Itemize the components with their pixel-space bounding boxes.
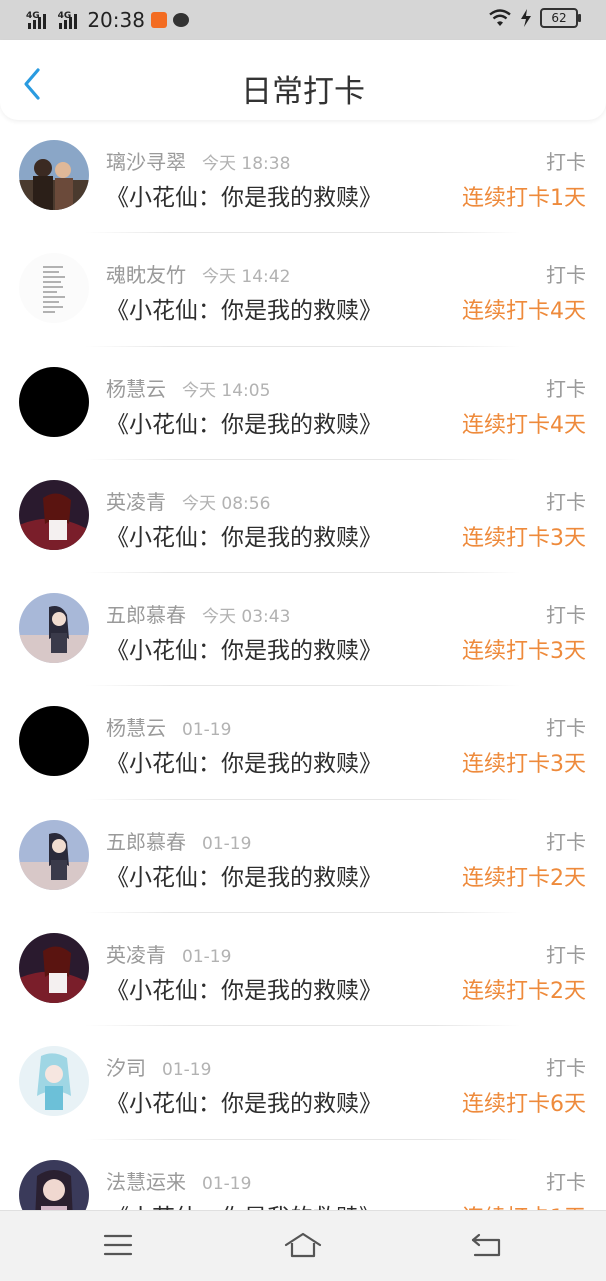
checkin-time: 今天 14:05 xyxy=(182,380,271,401)
user-name-text: 魂眈友竹 xyxy=(106,263,186,288)
streak-count: 连续打卡2天 xyxy=(462,979,586,1005)
checkin-label: 打卡 xyxy=(546,603,586,628)
back-nav-icon[interactable] xyxy=(467,1229,507,1261)
book-title: 《小花仙：你是我的救赎》 xyxy=(106,411,382,438)
checkin-row[interactable]: 五郎慕春 01-19 《小花仙：你是我的救赎》 打卡 连续打卡2天 xyxy=(0,800,606,914)
signal-icon: 4G xyxy=(26,11,46,29)
streak-count: 连续打卡6天 xyxy=(462,1092,586,1118)
system-nav-bar xyxy=(0,1210,606,1281)
anime-blue-avatar[interactable] xyxy=(19,1046,89,1117)
book-title: 《小花仙：你是我的救赎》 xyxy=(106,638,382,665)
user-name: 英凌青 01-19 xyxy=(106,939,231,968)
streak-count: 连续打卡3天 xyxy=(462,525,586,551)
book-title: 《小花仙：你是我的救赎》 xyxy=(106,864,382,891)
user-name: 英凌青 今天 08:56 xyxy=(106,486,270,515)
checkin-row[interactable]: 英凌青 今天 08:56 《小花仙：你是我的救赎》 打卡 连续打卡3天 xyxy=(0,460,606,574)
checkin-label: 打卡 xyxy=(546,1056,586,1081)
user-name-text: 五郎慕春 xyxy=(106,603,186,628)
status-time: 20:38 xyxy=(87,8,145,32)
network-type-1: 4G xyxy=(26,11,40,21)
streak-count: 连续打卡4天 xyxy=(462,299,586,325)
user-name-text: 汐司 xyxy=(106,1056,146,1081)
app-notification-icon xyxy=(150,12,167,28)
home-icon[interactable] xyxy=(283,1229,323,1261)
black-avatar[interactable] xyxy=(19,706,89,777)
user-name: 法慧运来 01-19 xyxy=(106,1166,251,1195)
streak-count: 连续打卡3天 xyxy=(462,752,586,778)
checkin-time: 今天 03:43 xyxy=(202,607,291,628)
black-avatar[interactable] xyxy=(19,366,89,437)
signal-icon-2: 4G xyxy=(58,11,78,29)
user-name-text: 璃沙寻翠 xyxy=(106,150,186,174)
streak-count: 连续打卡3天 xyxy=(462,639,586,665)
streak-count: 连续打卡1天 xyxy=(462,186,586,211)
checkin-time: 01-19 xyxy=(182,720,232,741)
user-name: 五郎慕春 01-19 xyxy=(106,826,251,855)
checkin-label: 打卡 xyxy=(546,376,586,401)
checkin-label: 打卡 xyxy=(546,829,586,854)
checkin-label: 打卡 xyxy=(546,263,586,288)
book-title: 《小花仙：你是我的救赎》 xyxy=(106,524,382,551)
checkin-time: 01-19 xyxy=(162,1060,212,1081)
charging-icon xyxy=(521,9,531,27)
checkin-label: 打卡 xyxy=(546,1169,586,1194)
network-type-2: 4G xyxy=(57,11,72,21)
book-title: 《小花仙：你是我的救赎》 xyxy=(106,185,382,211)
checkin-label: 打卡 xyxy=(546,943,586,968)
user-name: 杨慧云 01-19 xyxy=(106,712,231,741)
checkin-time: 今天 08:56 xyxy=(182,493,271,514)
checkin-label: 打卡 xyxy=(546,716,586,741)
user-name-text: 英凌青 xyxy=(106,489,166,514)
checkin-time: 今天 18:38 xyxy=(202,154,291,174)
photo-avatar[interactable] xyxy=(19,140,89,210)
checkin-time: 今天 14:42 xyxy=(202,267,291,288)
streak-count: 连续打卡2天 xyxy=(462,865,586,891)
user-name: 汐司 01-19 xyxy=(106,1052,211,1081)
user-name: 璃沙寻翠 今天 18:38 xyxy=(106,146,290,175)
checkin-list[interactable]: 璃沙寻翠 今天 18:38 《小花仙：你是我的救赎》 打卡 连续打卡1天 魂眈友竹… xyxy=(0,120,606,1210)
book-title: 《小花仙：你是我的救赎》 xyxy=(106,751,382,778)
checkin-row[interactable]: 璃沙寻翠 今天 18:38 《小花仙：你是我的救赎》 打卡 连续打卡1天 xyxy=(0,120,606,234)
text-avatar[interactable] xyxy=(19,253,89,324)
checkin-time: 01-19 xyxy=(202,833,252,854)
status-bar: 4G 4G 20:38 62 xyxy=(0,0,606,40)
anime-red-avatar[interactable] xyxy=(19,479,89,550)
user-name: 魂眈友竹 今天 14:42 xyxy=(106,259,290,288)
message-notification-icon xyxy=(172,13,189,27)
streak-count: 连续打卡4天 xyxy=(462,412,586,438)
user-name-text: 英凌青 xyxy=(106,943,166,968)
checkin-time: 01-19 xyxy=(202,1173,252,1194)
user-name: 五郎慕春 今天 03:43 xyxy=(106,599,290,628)
user-name-text: 五郎慕春 xyxy=(106,829,186,854)
anime-red-avatar[interactable] xyxy=(19,933,89,1004)
anime-sky-avatar[interactable] xyxy=(19,593,89,664)
checkin-row[interactable]: 英凌青 01-19 《小花仙：你是我的救赎》 打卡 连续打卡2天 xyxy=(0,913,606,1027)
user-name-text: 杨慧云 xyxy=(106,716,166,741)
wifi-icon xyxy=(489,9,511,26)
page-title: 日常打卡 xyxy=(241,74,365,110)
checkin-row[interactable]: 汐司 01-19 《小花仙：你是我的救赎》 打卡 连续打卡6天 xyxy=(0,1026,606,1140)
user-name-text: 杨慧云 xyxy=(106,376,166,401)
checkin-row[interactable]: 杨慧云 01-19 《小花仙：你是我的救赎》 打卡 连续打卡3天 xyxy=(0,686,606,800)
checkin-row[interactable]: 杨慧云 今天 14:05 《小花仙：你是我的救赎》 打卡 连续打卡4天 xyxy=(0,347,606,460)
checkin-row[interactable]: 五郎慕春 今天 03:43 《小花仙：你是我的救赎》 打卡 连续打卡3天 xyxy=(0,573,606,687)
book-title: 《小花仙：你是我的救赎》 xyxy=(106,298,382,325)
checkin-row[interactable]: 魂眈友竹 今天 14:42 《小花仙：你是我的救赎》 打卡 连续打卡4天 xyxy=(0,233,606,347)
user-name: 杨慧云 今天 14:05 xyxy=(106,373,270,402)
menu-icon[interactable] xyxy=(98,1229,138,1261)
checkin-label: 打卡 xyxy=(546,150,586,174)
checkin-label: 打卡 xyxy=(546,489,586,514)
portrait-avatar[interactable] xyxy=(19,1159,89,1210)
streak-count: 连续打卡1天 xyxy=(462,1200,586,1210)
checkin-time: 01-19 xyxy=(182,947,232,968)
book-title: 《小花仙：你是我的救赎》 xyxy=(106,1198,382,1210)
user-name-text: 法慧运来 xyxy=(106,1169,186,1194)
app-header: 日常打卡 xyxy=(0,40,606,120)
book-title: 《小花仙：你是我的救赎》 xyxy=(106,1091,382,1118)
checkin-row[interactable]: 法慧运来 01-19 《小花仙：你是我的救赎》 打卡 连续打卡1天 xyxy=(0,1140,606,1210)
battery-indicator: 62 xyxy=(540,8,581,28)
book-title: 《小花仙：你是我的救赎》 xyxy=(106,978,382,1005)
anime-sky-avatar[interactable] xyxy=(19,819,89,890)
